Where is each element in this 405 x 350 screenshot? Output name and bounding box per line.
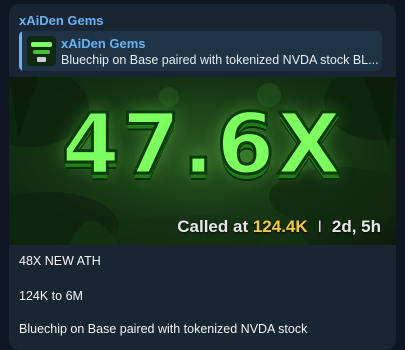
called-prefix: Called at [177, 217, 249, 236]
reply-thumbnail [27, 36, 56, 66]
message-line-ath: 48X NEW ATH [19, 254, 101, 268]
message-bubble[interactable]: xAiDen Gems xAiDen Gems Bluechip on Base… [9, 4, 396, 350]
sender-name[interactable]: xAiDen Gems [19, 13, 104, 28]
caption-separator: I [317, 217, 323, 236]
multiplier-text: 47.6X [60, 94, 344, 195]
message-line-description: Bluechip on Base paired with tokenized N… [19, 322, 308, 336]
reply-preview[interactable]: xAiDen Gems Bluechip on Base paired with… [19, 31, 382, 71]
called-value: 124.4K [252, 217, 308, 236]
reply-text: Bluechip on Base paired with tokenized N… [61, 53, 379, 67]
reply-accent-bar [19, 31, 22, 71]
called-at-caption: Called at 124.4K I 2d, 5h [177, 217, 381, 237]
called-duration: 2d, 5h [331, 217, 381, 236]
reply-title: xAiDen Gems [61, 36, 146, 51]
message-line-range: 124K to 6M [19, 289, 83, 303]
media-image[interactable]: 47.6X Called at 124.4K I 2d, 5h [9, 77, 396, 245]
